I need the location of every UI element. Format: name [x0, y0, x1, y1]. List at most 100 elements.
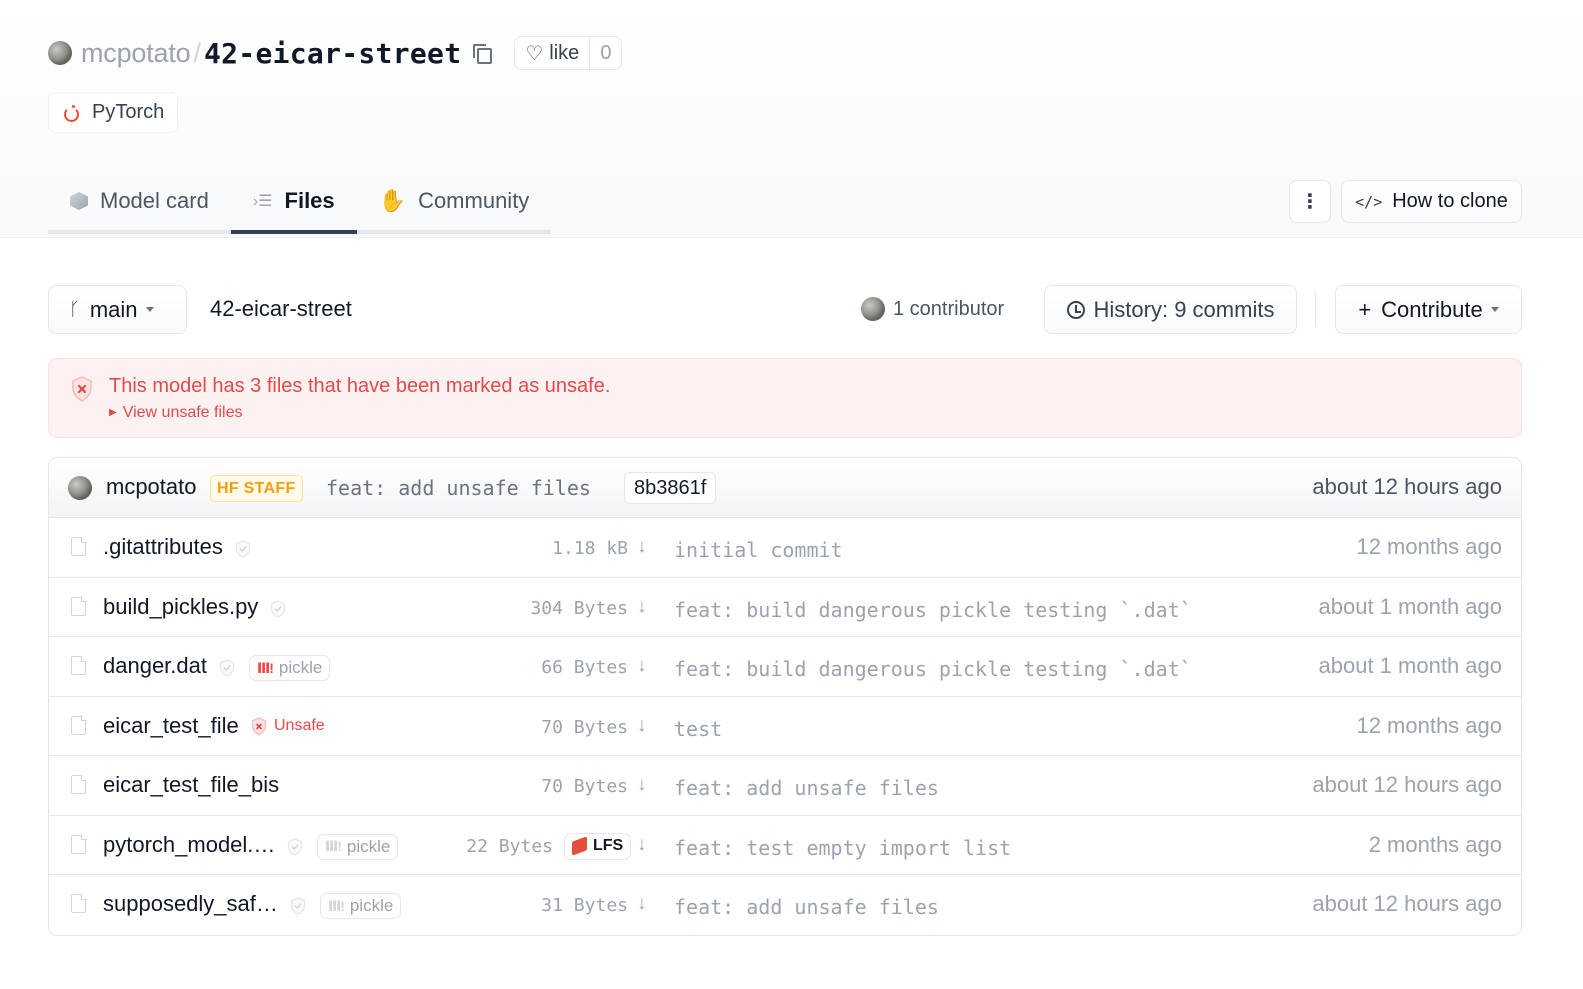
framework-tag-pytorch[interactable]: PyTorch: [48, 92, 179, 133]
pickle-scan-badge[interactable]: Ⅲ! pickle: [249, 655, 331, 681]
file-time: 12 months ago: [1356, 534, 1502, 559]
file-row[interactable]: supposedly_saf… Ⅲ! pickle 31 Bytes ↓ feat: ad…: [49, 875, 1521, 935]
file-name-link[interactable]: .gitattributes: [103, 534, 223, 560]
pickle-imports-icon: Ⅲ!: [257, 659, 274, 676]
more-options-button[interactable]: ⋮: [1289, 180, 1331, 223]
contribute-label: Contribute: [1381, 296, 1483, 322]
security-check-icon[interactable]: [287, 837, 303, 856]
last-commit-row: mcpotato HF STAFF feat: add unsafe files…: [49, 458, 1521, 518]
breadcrumb-path[interactable]: 42-eicar-street: [210, 296, 352, 322]
download-icon[interactable]: ↓: [637, 715, 647, 737]
commit-time: about 12 hours ago: [1312, 474, 1502, 499]
file-list: .gitattributes 1.18 kB ↓ initial commit 12 m…: [49, 518, 1521, 935]
contributors-link[interactable]: 1 contributor: [861, 297, 1004, 321]
repo-tabs: Model card ›☰ Files ✋ Community: [48, 172, 552, 238]
clock-icon: [1066, 300, 1085, 319]
file-name-link[interactable]: danger.dat: [103, 653, 207, 679]
unsafe-label: Unsafe: [274, 717, 325, 734]
history-button[interactable]: History: 9 commits: [1044, 285, 1297, 334]
commit-message[interactable]: feat: add unsafe files: [326, 476, 591, 500]
file-icon: [71, 715, 87, 735]
file-size: 304 Bytes: [530, 597, 628, 619]
download-icon[interactable]: ↓: [637, 893, 647, 915]
tab-label: Model card: [100, 188, 209, 213]
download-icon[interactable]: ↓: [637, 536, 647, 558]
shield-x-icon: [72, 376, 92, 402]
contributors-count: 1 contributor: [893, 297, 1005, 320]
triangle-right-icon: ▶: [109, 407, 117, 418]
pickle-label: pickle: [346, 836, 391, 856]
pytorch-icon: [63, 104, 79, 122]
security-check-icon[interactable]: [290, 897, 306, 915]
like-count[interactable]: 0: [589, 37, 621, 69]
security-check-icon[interactable]: [235, 540, 251, 558]
like-label: like: [549, 41, 580, 64]
tab-model-card[interactable]: Model card: [48, 172, 231, 234]
file-row[interactable]: .gitattributes 1.18 kB ↓ initial commit 12 m…: [49, 518, 1521, 578]
unsafe-tag[interactable]: Unsafe: [251, 716, 325, 736]
copy-icon[interactable]: [471, 42, 493, 64]
files-icon: ›☰: [252, 193, 273, 210]
pickle-scan-badge[interactable]: Ⅲ! pickle: [320, 893, 402, 919]
file-name-link[interactable]: supposedly_saf…: [103, 891, 278, 917]
file-commit-message[interactable]: initial commit: [674, 538, 843, 562]
file-commit-message[interactable]: feat: add unsafe files: [674, 776, 939, 800]
pickle-imports-icon: Ⅲ!: [328, 897, 345, 914]
alert-message: This model has 3 files that have been ma…: [109, 375, 611, 397]
pickle-scan-badge[interactable]: Ⅲ! pickle: [317, 833, 399, 860]
file-name-link[interactable]: eicar_test_file_bis: [103, 772, 279, 798]
file-commit-message[interactable]: feat: add unsafe files: [674, 895, 939, 919]
repo-name-link[interactable]: 42-eicar-street: [204, 37, 461, 70]
file-commit-message[interactable]: feat: build dangerous pickle testing `.d…: [674, 598, 1192, 622]
path-separator: /: [193, 37, 201, 68]
lfs-badge[interactable]: LFS: [564, 832, 632, 860]
hf-staff-badge: HF STAFF: [210, 475, 303, 502]
file-commit-message[interactable]: feat: test empty import list: [674, 836, 1011, 860]
owner-avatar[interactable]: [48, 41, 72, 65]
file-row[interactable]: eicar_test_file_bis 70 Bytes ↓ feat: add un…: [49, 756, 1521, 816]
file-row[interactable]: eicar_test_file Unsafe 70 Bytes ↓ test 12 mon…: [49, 697, 1521, 756]
file-table: mcpotato HF STAFF feat: add unsafe files…: [48, 457, 1522, 936]
file-name-link[interactable]: eicar_test_file: [103, 713, 239, 739]
file-commit-message[interactable]: test: [674, 717, 722, 741]
download-icon[interactable]: ↓: [637, 596, 647, 618]
commit-author-avatar[interactable]: [68, 476, 92, 500]
how-to-clone-button[interactable]: </> How to clone: [1341, 180, 1522, 223]
download-icon[interactable]: ↓: [637, 834, 647, 856]
view-unsafe-files-label: View unsafe files: [122, 404, 243, 421]
view-unsafe-files-toggle[interactable]: ▶ View unsafe files: [109, 404, 242, 422]
file-name-link[interactable]: pytorch_model.…: [103, 832, 275, 858]
file-time: about 12 hours ago: [1312, 772, 1502, 797]
file-row[interactable]: build_pickles.py 304 Bytes ↓ feat: build da…: [49, 578, 1521, 637]
file-size: 1.18 kB: [552, 538, 628, 559]
heart-icon: ♡: [525, 42, 544, 65]
download-icon[interactable]: ↓: [637, 655, 647, 677]
tab-community[interactable]: ✋ Community: [356, 172, 552, 234]
file-time: about 1 month ago: [1318, 593, 1502, 619]
unsafe-files-alert: This model has 3 files that have been ma…: [48, 358, 1522, 438]
file-size: 70 Bytes: [541, 776, 628, 797]
contribute-button[interactable]: + Contribute: [1335, 285, 1522, 334]
contributor-avatar: [861, 297, 885, 321]
branch-selector[interactable]: ᚴ main: [48, 285, 187, 334]
security-check-icon[interactable]: [270, 599, 286, 618]
tab-files[interactable]: ›☰ Files: [230, 172, 357, 234]
file-icon: [71, 655, 87, 675]
file-icon: [71, 774, 87, 794]
like-button[interactable]: ♡ like 0: [514, 36, 623, 70]
file-name-link[interactable]: build_pickles.py: [103, 594, 258, 620]
code-icon: </>: [1355, 192, 1383, 211]
security-check-icon[interactable]: [219, 659, 235, 677]
commit-hash[interactable]: 8b3861f: [624, 472, 717, 504]
caret-down-icon: [145, 307, 154, 312]
file-size: 66 Bytes: [541, 657, 628, 678]
file-row[interactable]: danger.dat Ⅲ! pickle 66 Bytes ↓ feat: build d…: [49, 637, 1521, 697]
repo-owner-link[interactable]: mcpotato: [81, 38, 191, 69]
file-row[interactable]: pytorch_model.… Ⅲ! pickle 22 Bytes LFS ↓ feat:…: [49, 816, 1521, 875]
pickle-label: pickle: [278, 658, 323, 677]
file-commit-message[interactable]: feat: build dangerous pickle testing `.d…: [674, 657, 1192, 681]
commit-author[interactable]: mcpotato: [106, 474, 197, 500]
download-icon[interactable]: ↓: [637, 774, 647, 796]
tab-label: Files: [284, 188, 335, 213]
file-time: 12 months ago: [1356, 712, 1502, 738]
